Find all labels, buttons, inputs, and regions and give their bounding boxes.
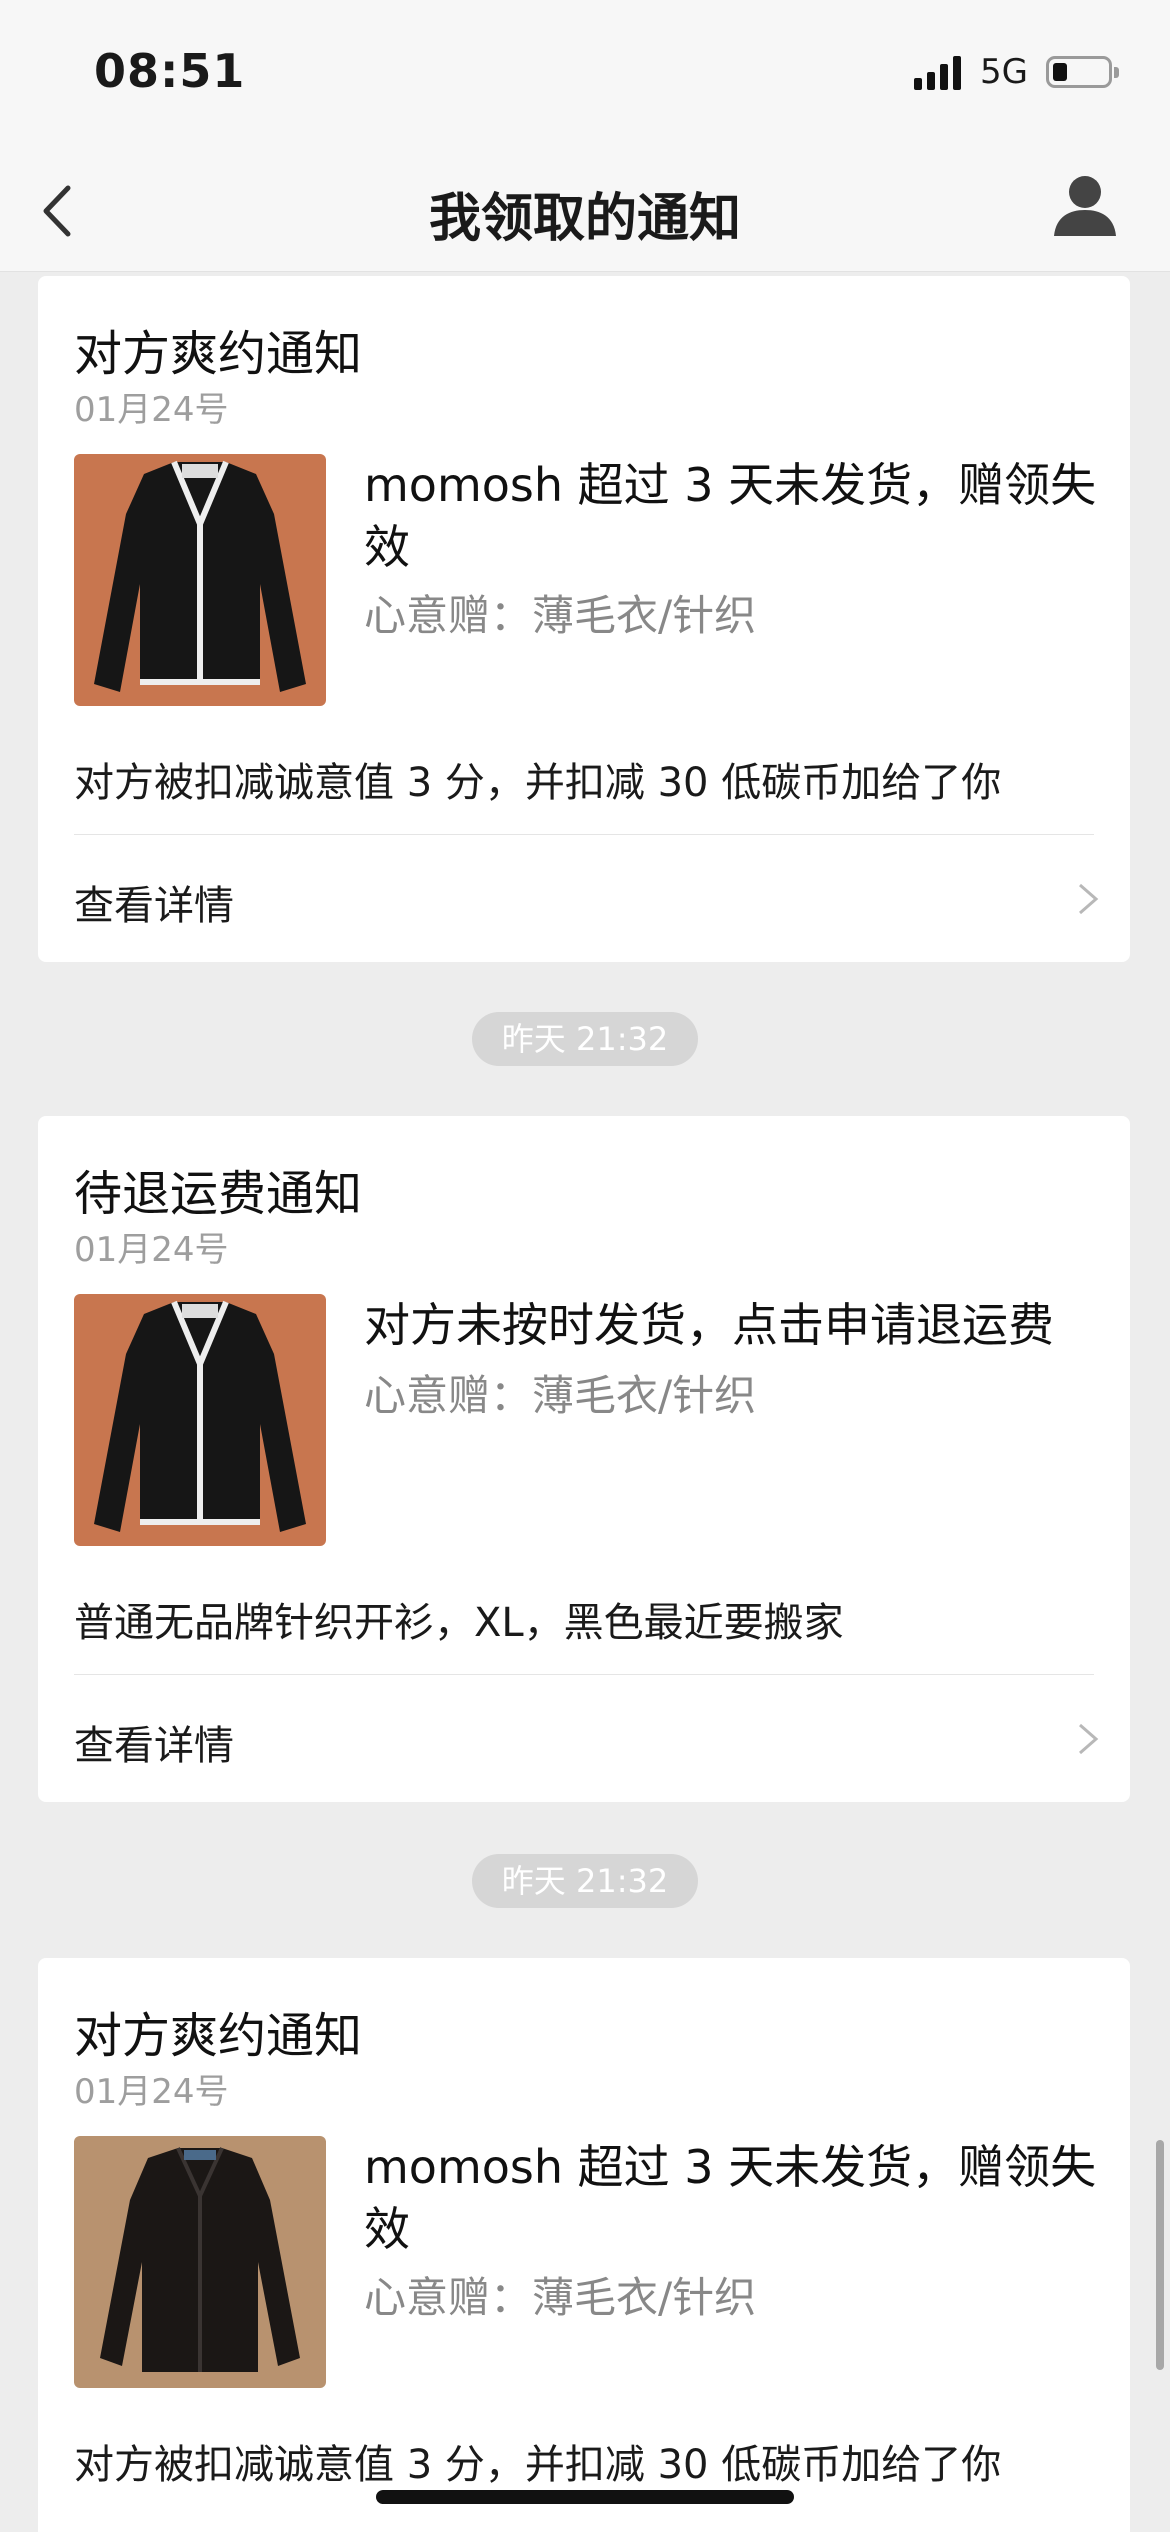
notification-card: 对方爽约通知 01月24号 momosh 超过 3 天未发货，赠领失 效 心意赠… — [38, 276, 1130, 962]
card-title: 待退运费通知 — [74, 1166, 363, 1222]
view-details-label: 查看详情 — [74, 1723, 234, 1769]
card-date: 01月24号 — [74, 390, 229, 430]
cardigan-image — [74, 1294, 326, 1546]
gift-category: 心意赠：薄毛衣/针织 — [364, 2273, 757, 2322]
page-title: 我领取的通知 — [428, 189, 741, 249]
timestamp: 昨天 21:32 — [472, 1012, 698, 1066]
card-date: 01月24号 — [74, 2072, 229, 2112]
signal-icon — [914, 54, 966, 90]
gift-category: 心意赠：薄毛衣/针织 — [364, 591, 757, 640]
notice-text: momosh 超过 3 天未发货，赠领失 效 — [364, 454, 1104, 578]
notice-line: 效 — [364, 2202, 410, 2256]
notifications-page: 08:51 5G 我领取的通知 对方爽约通知 01月24号 momosh 超过 … — [0, 0, 1170, 2532]
item-thumbnail[interactable] — [74, 454, 326, 706]
home-indicator[interactable] — [376, 2490, 794, 2504]
item-thumbnail[interactable] — [74, 2136, 326, 2388]
card-description: 对方被扣减诚意值 3 分，并扣减 30 低碳币加给了你 — [74, 760, 1002, 806]
notice-line: momosh 超过 3 天未发货，赠领失 — [364, 458, 1097, 512]
card-description: 对方被扣减诚意值 3 分，并扣减 30 低碳币加给了你 — [74, 2442, 1002, 2488]
chevron-right-icon — [1079, 883, 1099, 915]
gift-category: 心意赠：薄毛衣/针织 — [364, 1371, 757, 1420]
battery-icon — [1046, 56, 1119, 88]
timestamp: 昨天 21:32 — [472, 1854, 698, 1908]
view-details-label: 查看详情 — [74, 883, 234, 929]
cardigan-image — [74, 454, 326, 706]
item-thumbnail[interactable] — [74, 1294, 326, 1546]
cardigan-image — [74, 2136, 326, 2388]
notice-line: momosh 超过 3 天未发货，赠领失 — [364, 2140, 1097, 2194]
status-indicators: 5G — [914, 52, 1119, 92]
view-details-button[interactable]: 查看详情 — [38, 1675, 1130, 1803]
card-title: 对方爽约通知 — [74, 326, 363, 382]
notice-line: 对方未按时发货，点击申请退运费 — [364, 1298, 1054, 1352]
profile-button[interactable] — [1052, 172, 1118, 238]
notification-card: 待退运费通知 01月24号 对方未按时发货，点击申请退运费 心意赠：薄毛衣/针织… — [38, 1116, 1130, 1802]
card-date: 01月24号 — [74, 1230, 229, 1270]
network-type: 5G — [980, 52, 1028, 92]
notice-text: 对方未按时发货，点击申请退运费 — [364, 1294, 1104, 1356]
person-icon — [1054, 176, 1116, 236]
status-bar: 08:51 5G — [0, 0, 1170, 150]
chevron-right-icon — [1079, 1723, 1099, 1755]
notification-card: 对方爽约通知 01月24号 momosh 超过 3 天未发货，赠领失 效 心意赠… — [38, 1958, 1130, 2532]
scrollbar[interactable] — [1156, 2140, 1164, 2370]
notice-line: 效 — [364, 520, 410, 574]
status-time: 08:51 — [94, 44, 246, 98]
card-title: 对方爽约通知 — [74, 2008, 363, 2064]
card-description: 普通无品牌针织开衫，XL，黑色最近要搬家 — [74, 1600, 844, 1646]
view-details-button[interactable]: 查看详情 — [38, 835, 1130, 963]
notice-text: momosh 超过 3 天未发货，赠领失 效 — [364, 2136, 1104, 2260]
nav-bar: 我领取的通知 — [0, 150, 1170, 272]
